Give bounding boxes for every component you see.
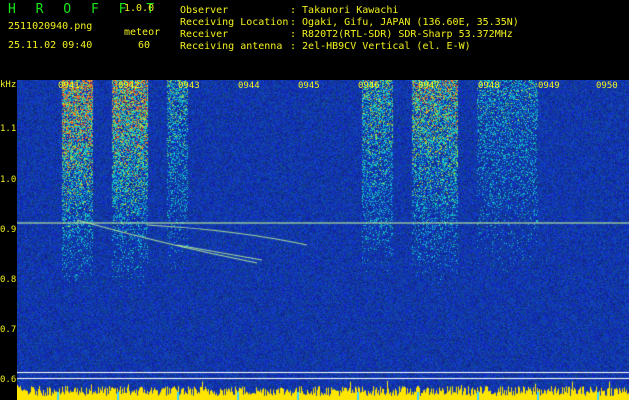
meteor-label: meteor [124,27,161,38]
frequency-label: 0.8 [0,275,17,285]
app-version: 1.0.0 [124,3,155,14]
time-tick: 0947 [418,81,440,91]
frequency-label: 1.1 [0,124,17,134]
time-tick: 0942 [118,81,140,91]
frequency-label: 1.0 [0,175,17,185]
meteor-count: 60 [138,40,151,51]
time-tick: 0943 [178,81,200,91]
info-value-receiver: : R820T2(RTL-SDR) SDR-Sharp 53.372MHz [290,29,513,40]
time-tick: 0944 [238,81,260,91]
file-name: 2511020940.png [8,21,93,32]
info-label-observer: Observer [180,5,229,16]
date-time: 25.11.02 09:40 [8,40,93,51]
info-label-location: Receiving Location [180,17,289,28]
header-panel: H R O F F T 1.0.0 2511020940.png 25.11.0… [0,0,629,80]
spectrogram [17,80,629,400]
frequency-unit: kHz [0,80,17,90]
time-tick: 0948 [478,81,500,91]
time-tick: 0950 [596,81,618,91]
frequency-label: 0.6 [0,375,17,385]
frequency-axis: kHz 1.1 1.0 0.9 0.8 0.7 0.6 [0,80,17,400]
time-tick: 0949 [538,81,560,91]
info-value-location: : Ogaki, Gifu, JAPAN (136.60E, 35.35N) [290,17,519,28]
info-value-observer: : Takanori Kawachi [290,5,399,16]
info-label-receiver: Receiver [180,29,229,40]
time-tick: 0946 [358,81,380,91]
time-tick: 0945 [298,81,320,91]
frequency-label: 0.7 [0,325,17,335]
info-value-antenna: : 2el-HB9CV Vertical (el. E-W) [290,41,471,52]
time-tick: 0941 [58,81,80,91]
info-label-antenna: Receiving antenna [180,41,283,52]
frequency-label: 0.9 [0,225,17,235]
